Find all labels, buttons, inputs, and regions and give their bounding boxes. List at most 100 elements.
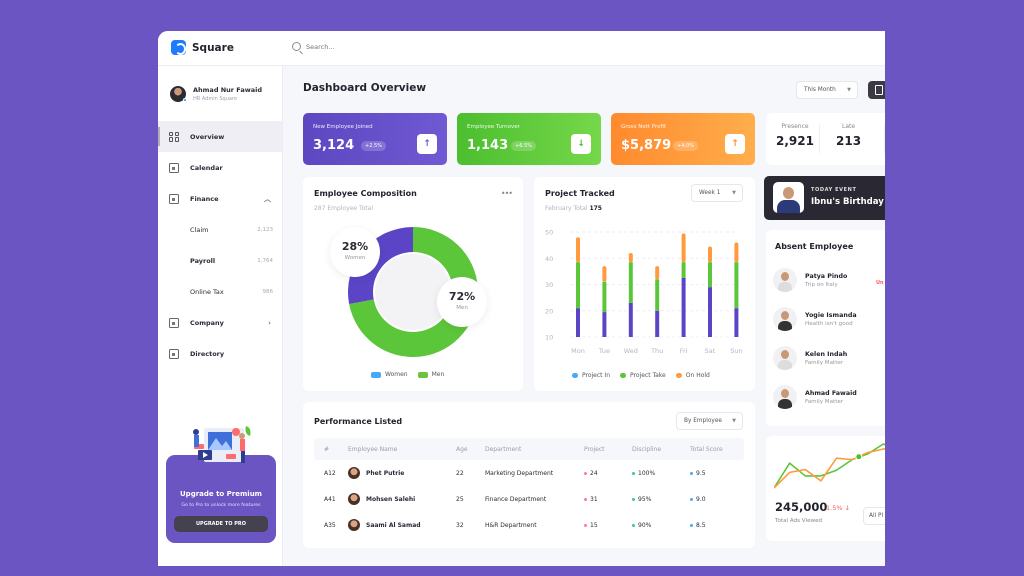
stat-change-badge: +4.0% bbox=[673, 141, 698, 151]
row-id: A41 bbox=[324, 495, 336, 503]
stat-label: Gross Nett Profit bbox=[621, 124, 667, 130]
bar-on-hold-wed[interactable] bbox=[628, 253, 633, 263]
late-stat: Late 213 bbox=[836, 123, 861, 148]
absent-status-flag: Un bbox=[876, 280, 884, 286]
filter-value: By Employee bbox=[684, 418, 722, 424]
row-id: A12 bbox=[324, 469, 336, 477]
bar-on-hold-mon[interactable] bbox=[576, 237, 580, 263]
bar-project-take-thu[interactable] bbox=[655, 279, 660, 311]
bar-project-in-thu[interactable] bbox=[655, 310, 660, 337]
bar-project-in-sat[interactable] bbox=[708, 287, 712, 337]
bar-project-in-mon[interactable] bbox=[576, 308, 580, 337]
col-dept: Department bbox=[485, 445, 522, 453]
performance-filter-dropdown[interactable]: By Employee ▼ bbox=[676, 412, 743, 430]
sidebar-item-company[interactable]: Company › bbox=[158, 307, 283, 338]
bar-project-take-tue[interactable] bbox=[602, 281, 607, 313]
late-value: 213 bbox=[836, 134, 862, 148]
event-name: Ibnu's Birthday bbox=[811, 197, 884, 207]
late-label: Late bbox=[841, 123, 856, 130]
sidebar-item-calendar[interactable]: Calendar bbox=[158, 152, 283, 183]
table-row[interactable]: A41 Mohsen Salehi 25 Finance Department … bbox=[314, 486, 744, 512]
ads-highlight-point[interactable] bbox=[855, 453, 863, 461]
ads-label: Total Ads Viewed bbox=[775, 518, 823, 524]
chevron-up-icon: ︿ bbox=[264, 194, 271, 203]
sidebar-subitem-online-tax[interactable]: Online Tax 986 bbox=[158, 276, 283, 307]
caret-down-icon: ▼ bbox=[847, 87, 851, 93]
subitem-label: Online Tax bbox=[190, 287, 224, 296]
arrow-up-icon[interactable]: ↑ bbox=[417, 134, 437, 154]
arrow-up-icon[interactable]: ↑ bbox=[725, 134, 745, 154]
row-discipline: 100% bbox=[638, 469, 656, 477]
bar-on-hold-fri[interactable] bbox=[681, 233, 686, 263]
week-dropdown[interactable]: Week 1 ▼ bbox=[691, 184, 743, 202]
directory-icon bbox=[169, 348, 179, 359]
absent-list-item[interactable]: Ahmad Fawaid Family Matter bbox=[773, 385, 857, 409]
avatar bbox=[348, 467, 360, 479]
brand[interactable]: Square bbox=[171, 40, 234, 55]
stat-change-badge: +6.5% bbox=[511, 141, 536, 151]
bar-on-hold-sat[interactable] bbox=[708, 246, 712, 263]
stat-card-employee-turnover: Employee Turnover 1,143 +6.5% ↓ bbox=[457, 113, 601, 165]
project-dot-icon bbox=[584, 471, 587, 475]
sidebar-subitem-claim[interactable]: Claim 2,123 bbox=[158, 214, 283, 245]
sidebar-item-finance[interactable]: Finance ︿ bbox=[158, 183, 283, 214]
legend-label: Project In bbox=[582, 372, 611, 379]
absent-list-item[interactable]: Patya Pindo Trip on Italy bbox=[773, 268, 847, 292]
bar-project-take-mon[interactable] bbox=[576, 262, 580, 309]
absent-name: Kelen Indah bbox=[805, 350, 848, 358]
subitem-count: 1,764 bbox=[257, 257, 273, 264]
x-tick-label: Tue bbox=[598, 347, 610, 355]
absent-list-item[interactable]: Kelen Indah Family Matter bbox=[773, 346, 847, 370]
period-dropdown[interactable]: This Month ▼ bbox=[796, 81, 858, 99]
row-age: 32 bbox=[456, 521, 464, 529]
stat-label: Employee Turnover bbox=[467, 124, 520, 130]
bar-project-in-fri[interactable] bbox=[681, 277, 686, 337]
sidebar-nav: Overview Calendar Finance ︿ Claim 2,123 … bbox=[158, 121, 283, 369]
table-row[interactable]: A35 Saami Al Samad 32 H&R Department 15 … bbox=[314, 512, 744, 538]
upgrade-to-pro-button[interactable]: UPGRADE TO PRO bbox=[174, 516, 268, 532]
bar-project-in-wed[interactable] bbox=[628, 302, 633, 337]
legend-item-on-hold: On Hold bbox=[675, 372, 710, 379]
bar-project-take-wed[interactable] bbox=[628, 262, 633, 303]
bar-on-hold-sun[interactable] bbox=[734, 242, 739, 263]
caret-down-icon: ▼ bbox=[732, 418, 736, 424]
row-dept: Marketing Department bbox=[485, 469, 554, 477]
x-tick-label: Sun bbox=[730, 347, 742, 355]
user-profile[interactable]: Ahmad Nur Fawaid HR Admin Square bbox=[170, 86, 262, 102]
table-row[interactable]: A12 Phet Putrie 22 Marketing Department … bbox=[314, 460, 744, 486]
card-subtitle: 287 Employee Total bbox=[314, 205, 373, 212]
absent-list-item[interactable]: Yogie Ismanda Health isn't good bbox=[773, 307, 857, 331]
row-project-cell: 24 bbox=[584, 470, 632, 477]
row-dept: H&R Department bbox=[485, 521, 537, 529]
bar-project-take-fri[interactable] bbox=[681, 262, 686, 278]
composition-legend: Women Men bbox=[371, 371, 444, 378]
ads-platform-dropdown[interactable]: All Pl bbox=[863, 507, 885, 525]
arrow-down-icon[interactable]: ↓ bbox=[571, 134, 591, 154]
sidebar-item-overview[interactable]: Overview bbox=[158, 121, 283, 152]
today-event-card[interactable]: TODAY EVENT Ibnu's Birthday bbox=[764, 176, 885, 220]
event-person-photo bbox=[773, 182, 804, 213]
project-bar-chart: 10 20 30 40 50 Mon Tue Wed Thu Fri Sat Sun bbox=[545, 229, 743, 356]
sidebar-item-label: Finance bbox=[190, 194, 219, 203]
stat-value: 3,124 bbox=[313, 138, 355, 153]
bar-project-in-sun[interactable] bbox=[734, 308, 739, 337]
bar-project-take-sat[interactable] bbox=[708, 262, 712, 288]
bar-project-take-sun[interactable] bbox=[734, 262, 739, 309]
divider bbox=[884, 125, 885, 153]
card-title: Employee Composition bbox=[314, 189, 417, 198]
women-pct: 28% bbox=[341, 240, 369, 253]
export-file-button[interactable] bbox=[868, 81, 885, 99]
sidebar-subitem-payroll[interactable]: Payroll 1,764 bbox=[158, 245, 283, 276]
bar-project-in-tue[interactable] bbox=[602, 312, 607, 337]
row-score-cell: 8.5 bbox=[690, 522, 740, 529]
bar-on-hold-thu[interactable] bbox=[655, 266, 660, 280]
search-input[interactable] bbox=[306, 42, 506, 51]
card-subtitle: February Total 175 bbox=[545, 205, 602, 212]
more-options-icon[interactable]: ••• bbox=[501, 189, 513, 198]
bar-on-hold-tue[interactable] bbox=[602, 266, 607, 282]
sidebar-item-directory[interactable]: Directory bbox=[158, 338, 283, 369]
ads-line-orange bbox=[774, 448, 885, 489]
stat-value: $5,879 bbox=[621, 138, 672, 153]
divider bbox=[819, 125, 820, 153]
app-window: Square Ahmad Nur Fawaid HR Admin Square … bbox=[158, 31, 885, 566]
